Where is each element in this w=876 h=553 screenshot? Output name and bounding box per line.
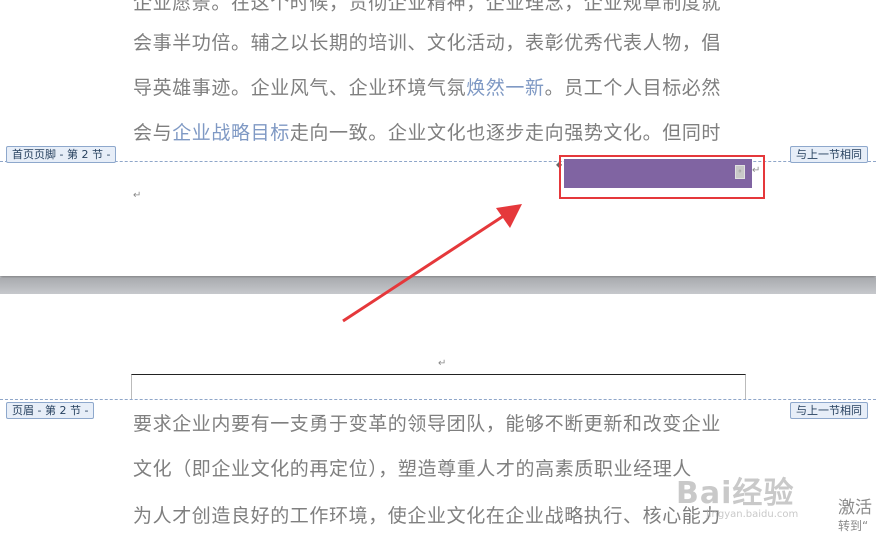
activation-subtitle: 转到“ <box>838 519 869 533</box>
activation-title: 激活 <box>838 498 872 518</box>
watermark-url: jingyan.baidu.com <box>706 509 799 520</box>
watermark-logo: Bai经验 <box>676 476 795 511</box>
